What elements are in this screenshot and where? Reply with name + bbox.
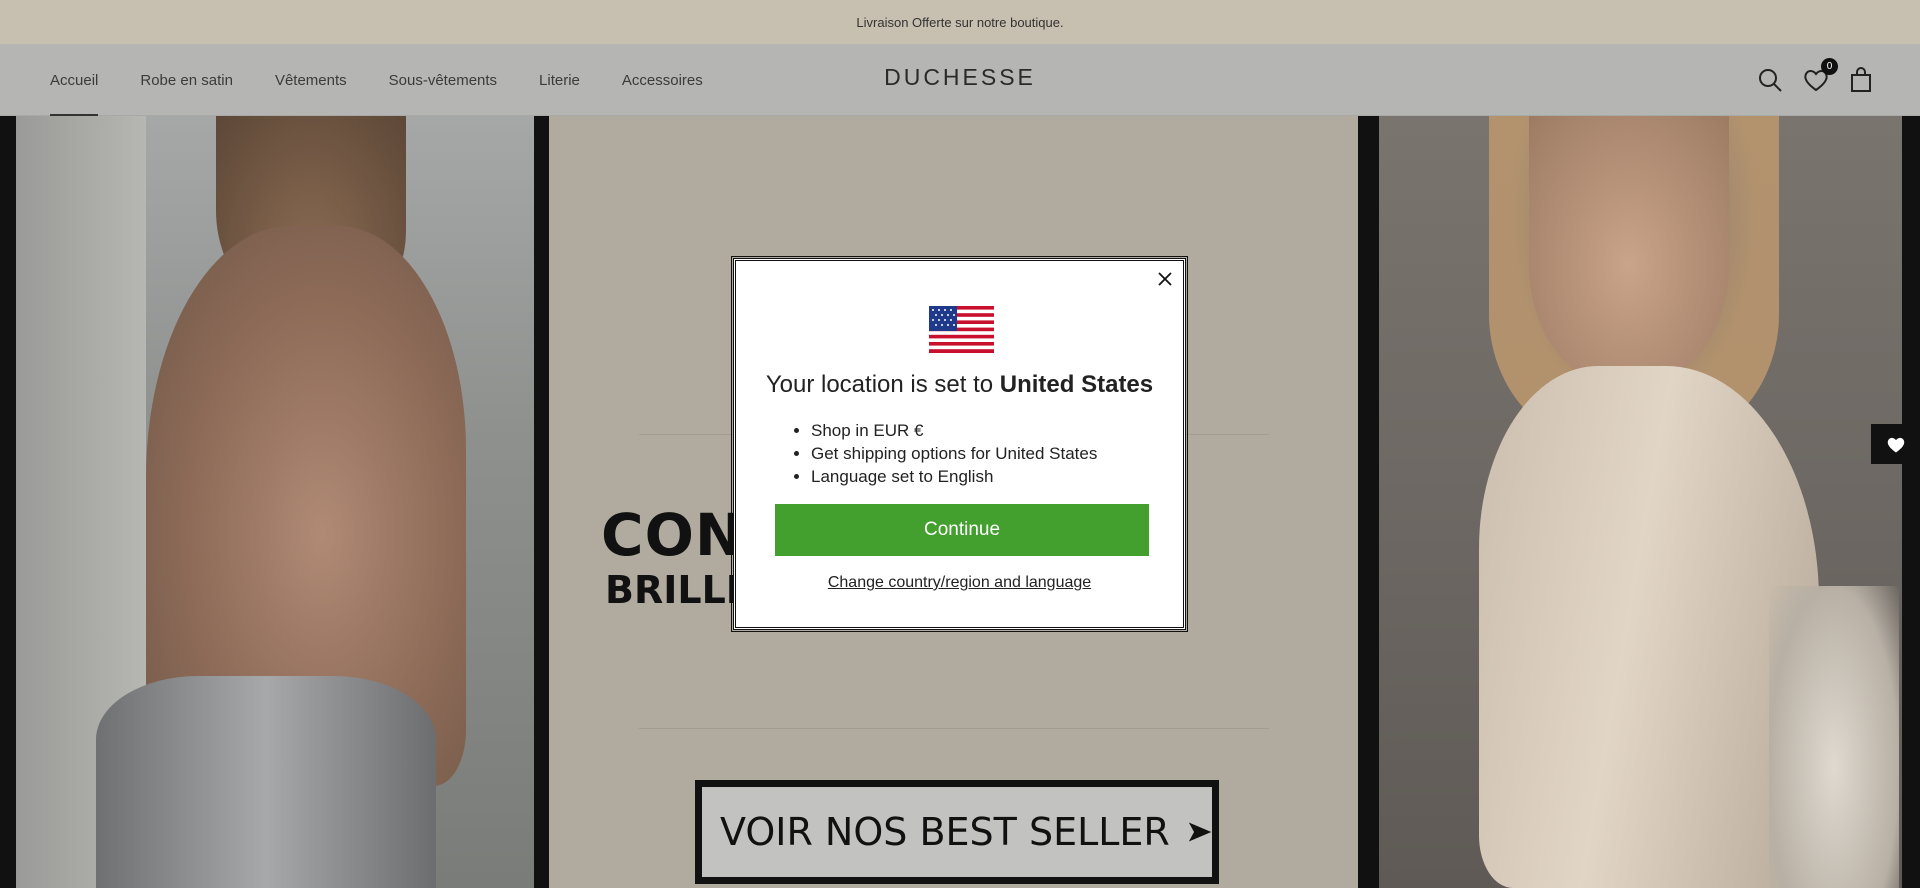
close-icon[interactable] — [1155, 269, 1175, 289]
satin-dress — [1479, 366, 1819, 888]
main-nav: Accueil Robe en satin Vêtements Sous-vêt… — [50, 44, 703, 116]
model-face — [1529, 116, 1729, 386]
location-modal: Your location is set to United States Sh… — [731, 256, 1188, 632]
wishlist-count-badge: 0 — [1821, 58, 1838, 75]
announcement-bar: Livraison Offerte sur notre boutique. — [0, 0, 1920, 44]
nav-item-literie[interactable]: Literie — [539, 44, 580, 116]
hero-image-right — [1379, 116, 1902, 888]
modal-heading-prefix: Your location is set to — [765, 371, 1000, 398]
nav-item-accessoires[interactable]: Accessoires — [622, 44, 703, 116]
nav-item-robe-en-satin[interactable]: Robe en satin — [140, 44, 233, 116]
floating-wishlist-tab[interactable] — [1871, 424, 1920, 464]
satin-dress — [96, 676, 436, 888]
divider-line — [639, 728, 1269, 729]
modal-heading-country: United States — [999, 371, 1154, 398]
best-seller-label: VOIR NOS BEST SELLER — [720, 810, 1170, 854]
site-logo[interactable]: DUCHESSE — [884, 64, 1036, 90]
site-header: Accueil Robe en satin Vêtements Sous-vêt… — [0, 44, 1920, 116]
continue-button[interactable]: Continue — [775, 504, 1149, 556]
arrow-right-icon — [1188, 822, 1212, 842]
change-region-link[interactable]: Change country/region and language — [736, 574, 1183, 592]
nav-item-sous-vetements[interactable]: Sous-vêtements — [389, 44, 497, 116]
pampas-grass — [1769, 586, 1899, 888]
shopping-bag-icon — [1851, 67, 1871, 92]
search-icon[interactable] — [1756, 66, 1784, 94]
best-seller-button[interactable]: VOIR NOS BEST SELLER — [695, 780, 1219, 884]
nav-item-vetements[interactable]: Vêtements — [275, 44, 347, 116]
hero-image-left — [16, 116, 534, 888]
list-item: Shop in EUR € — [811, 419, 1097, 442]
cart-button[interactable] — [1847, 66, 1875, 94]
us-flag-icon — [929, 306, 994, 353]
heart-icon — [1887, 437, 1904, 453]
list-item: Language set to English — [811, 465, 1097, 488]
nav-item-accueil[interactable]: Accueil — [50, 44, 99, 116]
list-item: Get shipping options for United States — [811, 442, 1097, 465]
announcement-text: Livraison Offerte sur notre boutique. — [856, 14, 1064, 30]
modal-bullet-list: Shop in EUR € Get shipping options for U… — [811, 419, 1097, 488]
wishlist-button[interactable]: 0 — [1802, 58, 1838, 94]
modal-heading: Your location is set to United States — [736, 371, 1183, 399]
